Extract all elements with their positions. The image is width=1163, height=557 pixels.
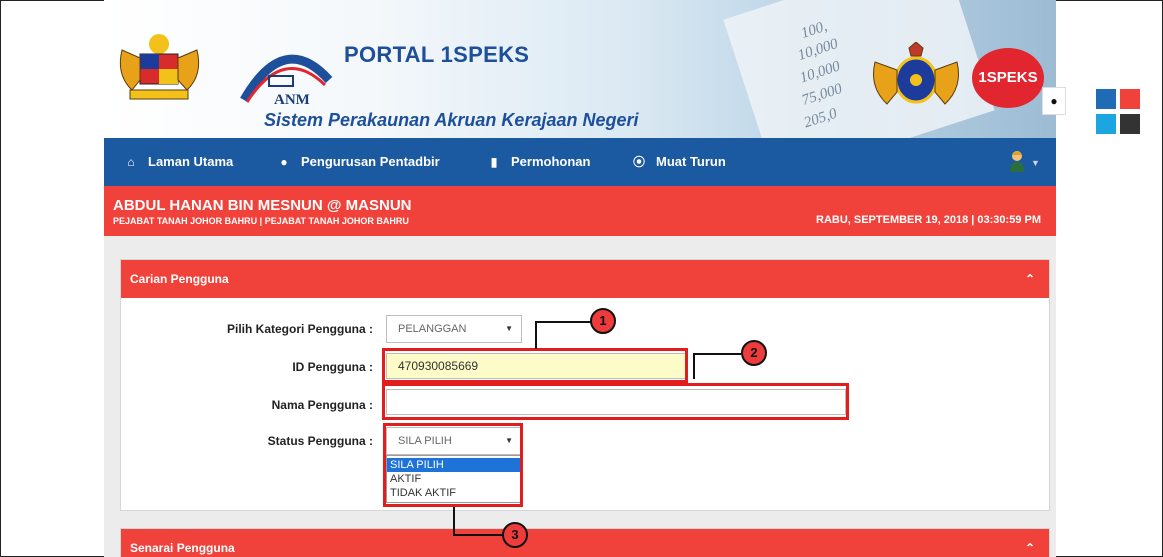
download-icon: ⦿ <box>632 155 645 169</box>
highlight-box-status <box>383 423 523 507</box>
anm-label: ANM <box>274 92 310 108</box>
carian-pengguna-header[interactable]: Carian Pengguna ⌃ <box>121 260 1049 298</box>
collapse-chevron-icon[interactable]: ⌃ <box>1025 529 1035 557</box>
nav-item-laman-utama[interactable]: ⌂ Laman Utama <box>124 138 233 186</box>
1speks-logo: 1SPEKS <box>972 48 1044 108</box>
collapse-chevron-icon[interactable]: ⌃ <box>1025 260 1035 298</box>
callout-line-3 <box>453 507 455 535</box>
user-menu-caret-icon[interactable]: ▼ <box>1031 158 1040 168</box>
chevron-down-icon: ▼ <box>505 324 513 333</box>
callout-badge-1: 1 <box>590 308 616 334</box>
theme-swatch-lightblue[interactable] <box>1096 114 1116 134</box>
theme-swatch-blue[interactable] <box>1096 89 1116 109</box>
nama-label: Nama Pengguna : <box>271 398 373 412</box>
theme-swatch-red[interactable] <box>1120 89 1140 109</box>
book-icon: ▮ <box>490 155 498 169</box>
malaysia-crest-icon <box>119 34 200 100</box>
callout-line-1 <box>535 321 591 323</box>
droplet-icon: ● <box>1050 94 1058 108</box>
header-banner: 100, 10,000 10,000 75,000 205,0 ANM PORT… <box>104 0 1056 138</box>
category-select[interactable]: PELANGGAN ▼ <box>386 315 522 343</box>
id-label: ID Pengguna : <box>292 360 373 374</box>
callout-line-2 <box>693 353 695 379</box>
highlight-box-id <box>382 348 688 383</box>
home-icon: ⌂ <box>127 155 135 169</box>
portal-page: 100, 10,000 10,000 75,000 205,0 ANM PORT… <box>104 0 1056 557</box>
user-office: PEJABAT TANAH JOHOR BAHRU | PEJABAT TANA… <box>113 216 409 226</box>
senarai-pengguna-panel: Senarai Pengguna ⌃ <box>120 528 1050 557</box>
main-navbar: ⌂ Laman Utama ● Pengurusan Pentadbir ▮ Perm… <box>104 138 1056 186</box>
theme-toggle-button[interactable]: ● <box>1042 87 1066 115</box>
highlight-box-nama <box>382 383 849 420</box>
callout-badge-3: 3 <box>502 522 528 548</box>
senarai-pengguna-header[interactable]: Senarai Pengguna ⌃ <box>121 529 1049 557</box>
callout-badge-2: 2 <box>741 340 767 366</box>
theme-color-panel <box>1076 73 1160 148</box>
user-avatar-icon[interactable] <box>1009 150 1025 172</box>
user-name: ABDUL HANAN BIN MESNUN @ MASNUN <box>113 197 412 214</box>
nav-item-pengurusan-pentadbir[interactable]: ● Pengurusan Pentadbir <box>277 138 439 186</box>
status-label: Status Pengguna : <box>267 434 373 448</box>
portal-title: PORTAL 1SPEKS <box>344 42 530 67</box>
theme-swatch-dark[interactable] <box>1120 114 1140 134</box>
nav-item-muat-turun[interactable]: ⦿ Muat Turun <box>632 138 726 186</box>
callout-line-3 <box>453 534 503 536</box>
nav-item-permohonan[interactable]: ▮ Permohonan <box>487 138 591 186</box>
portal-subtitle: Sistem Perakaunan Akruan Kerajaan Negeri <box>264 110 639 130</box>
user-icon: ● <box>280 155 288 169</box>
user-info-bar: ABDUL HANAN BIN MESNUN @ MASNUN PEJABAT … <box>104 186 1056 236</box>
callout-line-1 <box>535 322 537 349</box>
category-label: Pilih Kategori Pengguna : <box>226 322 373 336</box>
johor-crest-icon <box>873 42 959 105</box>
callout-line-2 <box>693 353 741 355</box>
current-datetime: RABU, SEPTEMBER 19, 2018 | 03:30:59 PM <box>816 214 1041 226</box>
